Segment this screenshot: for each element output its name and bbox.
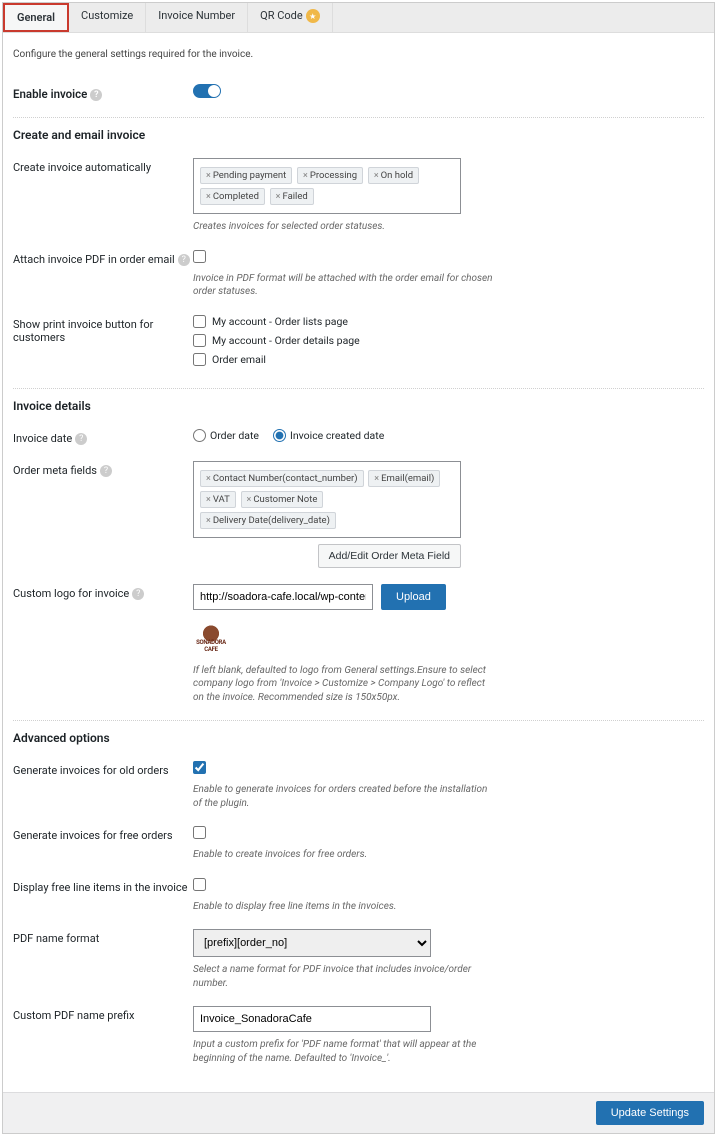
- tag-item[interactable]: ×On hold: [368, 167, 419, 184]
- gen-old-label: Generate invoices for old orders: [13, 761, 193, 777]
- date-created-radio[interactable]: [273, 429, 286, 442]
- gen-old-desc: Enable to generate invoices for orders c…: [193, 783, 493, 810]
- tag-item[interactable]: ×Contact Number(contact_number): [200, 470, 364, 487]
- enable-invoice-toggle[interactable]: [193, 84, 221, 98]
- tab-invoice-number[interactable]: Invoice Number: [146, 3, 248, 32]
- custom-logo-label: Custom logo for invoice?: [13, 584, 193, 600]
- tag-item[interactable]: ×Customer Note: [241, 491, 324, 508]
- tag-item[interactable]: ×Failed: [270, 188, 314, 205]
- premium-icon: ★: [306, 9, 320, 23]
- gen-old-checkbox[interactable]: [193, 761, 206, 774]
- print-details-checkbox[interactable]: [193, 334, 206, 347]
- pdf-prefix-label: Custom PDF name prefix: [13, 1006, 193, 1022]
- tab-general[interactable]: General: [3, 3, 69, 32]
- tab-customize[interactable]: Customize: [69, 3, 146, 32]
- tag-item[interactable]: ×Delivery Date(delivery_date): [200, 512, 336, 529]
- pdf-prefix-desc: Input a custom prefix for 'PDF name form…: [193, 1038, 493, 1065]
- create-auto-desc: Creates invoices for selected order stat…: [193, 220, 493, 234]
- help-icon[interactable]: ?: [75, 433, 87, 445]
- print-details-label: My account - Order details page: [212, 334, 360, 347]
- disp-free-desc: Enable to display free line items in the…: [193, 900, 493, 914]
- pdf-prefix-input[interactable]: [193, 1006, 431, 1032]
- intro-text: Configure the general settings required …: [13, 49, 704, 60]
- pdf-name-label: PDF name format: [13, 929, 193, 945]
- footer-bar: Update Settings: [3, 1092, 714, 1133]
- custom-logo-input[interactable]: [193, 584, 373, 610]
- tag-item[interactable]: ×Email(email): [368, 470, 440, 487]
- create-auto-label: Create invoice automatically: [13, 158, 193, 174]
- upload-button[interactable]: Upload: [381, 584, 446, 610]
- pdf-name-select[interactable]: [prefix][order_no]: [193, 929, 431, 957]
- attach-pdf-label: Attach invoice PDF in order email?: [13, 250, 193, 266]
- attach-pdf-checkbox[interactable]: [193, 250, 206, 263]
- date-created-label: Invoice created date: [290, 429, 384, 442]
- print-btn-label: Show print invoice button for customers: [13, 315, 193, 344]
- tabs-bar: General Customize Invoice Number QR Code…: [3, 3, 714, 33]
- date-order-radio[interactable]: [193, 429, 206, 442]
- order-meta-label: Order meta fields?: [13, 461, 193, 477]
- disp-free-label: Display free line items in the invoice: [13, 878, 193, 894]
- gen-free-checkbox[interactable]: [193, 826, 206, 839]
- logo-preview-image: SONADORA CAFE: [193, 622, 229, 658]
- order-meta-tags[interactable]: ×Contact Number(contact_number) ×Email(e…: [193, 461, 461, 538]
- print-lists-checkbox[interactable]: [193, 315, 206, 328]
- attach-pdf-desc: Invoice in PDF format will be attached w…: [193, 272, 493, 299]
- print-email-checkbox[interactable]: [193, 353, 206, 366]
- enable-invoice-label: Enable invoice?: [13, 84, 193, 101]
- help-icon[interactable]: ?: [132, 588, 144, 600]
- section-details-title: Invoice details: [13, 399, 704, 413]
- add-edit-meta-button[interactable]: Add/Edit Order Meta Field: [318, 544, 461, 568]
- print-email-label: Order email: [212, 353, 266, 366]
- tab-qr-code[interactable]: QR Code★: [248, 3, 333, 32]
- help-icon[interactable]: ?: [178, 254, 190, 266]
- tag-item[interactable]: ×Completed: [200, 188, 265, 205]
- create-auto-tags[interactable]: ×Pending payment ×Processing ×On hold ×C…: [193, 158, 461, 214]
- pdf-name-desc: Select a name format for PDF invoice tha…: [193, 963, 493, 990]
- section-create-title: Create and email invoice: [13, 128, 704, 142]
- update-settings-button[interactable]: Update Settings: [596, 1101, 704, 1125]
- gen-free-label: Generate invoices for free orders: [13, 826, 193, 842]
- help-icon[interactable]: ?: [90, 89, 102, 101]
- tag-item[interactable]: ×VAT: [200, 491, 236, 508]
- date-order-label: Order date: [210, 429, 259, 442]
- tag-item[interactable]: ×Processing: [297, 167, 363, 184]
- disp-free-checkbox[interactable]: [193, 878, 206, 891]
- custom-logo-desc: If left blank, defaulted to logo from Ge…: [193, 664, 493, 705]
- gen-free-desc: Enable to create invoices for free order…: [193, 848, 493, 862]
- tag-item[interactable]: ×Pending payment: [200, 167, 292, 184]
- print-lists-label: My account - Order lists page: [212, 315, 348, 328]
- section-advanced-title: Advanced options: [13, 731, 704, 745]
- invoice-date-label: Invoice date?: [13, 429, 193, 445]
- help-icon[interactable]: ?: [100, 465, 112, 477]
